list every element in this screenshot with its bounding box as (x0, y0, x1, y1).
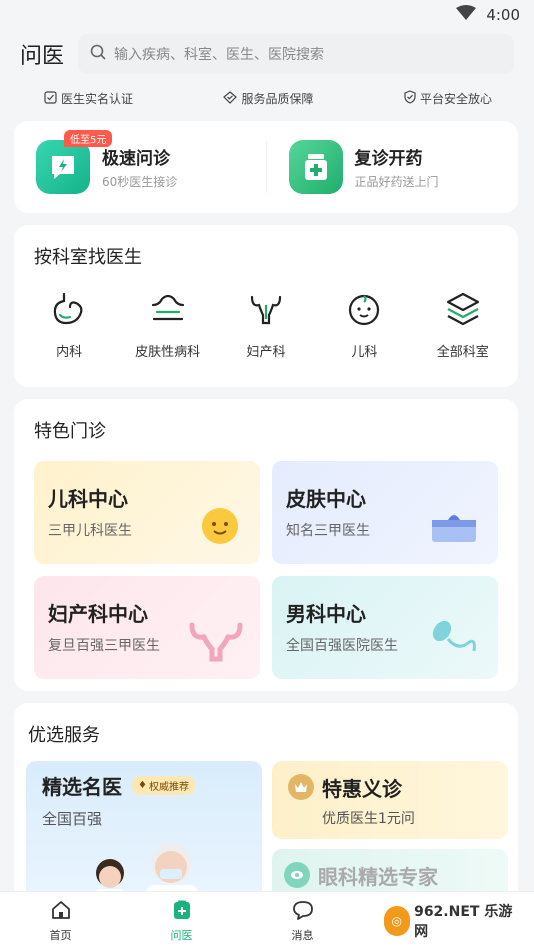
crown-icon (288, 774, 314, 800)
medicine-bottle-icon (288, 140, 343, 194)
dept-dermatology[interactable]: 皮肤性病科 (120, 291, 216, 360)
uterus-icon (186, 615, 246, 667)
fast-consult-button[interactable]: 低至5元 极速问诊 60秒医生接诊 (14, 130, 266, 194)
skin-block-icon (424, 500, 484, 552)
stomach-icon (50, 291, 88, 331)
badge-real-name: 医生实名认证 (44, 90, 133, 107)
eye-icon (284, 862, 310, 888)
search-input[interactable]: 输入疾病、科室、医生、医院搜索 (78, 34, 514, 74)
wifi-icon (456, 5, 477, 25)
medical-kit-icon (171, 899, 193, 924)
chat-lightning-icon: 低至5元 (36, 130, 113, 194)
status-bar: 4:00 (0, 0, 534, 30)
baby-face-icon (190, 500, 246, 552)
top-bar: 问医 输入疾病、科室、医生、医院搜索 (0, 30, 534, 78)
dept-internal[interactable]: 内科 (21, 291, 117, 360)
chat-bubble-icon (292, 899, 314, 924)
service-section-title: 优选服务 (28, 725, 100, 746)
quick-services: 低至5元 极速问诊 60秒医生接诊 复诊开药 正品好药送上门 (14, 121, 518, 213)
check-box-icon (44, 90, 57, 107)
baby-face-icon (345, 291, 383, 331)
feature-section: 特色门诊 儿科中心 三甲儿科医生 皮肤中心 知名三甲医生 妇产科中心 复旦百强三… (14, 399, 518, 691)
search-placeholder: 输入疾病、科室、医生、医院搜索 (114, 47, 325, 63)
discount-consult-card[interactable]: 特惠义诊 优质医生1元问 (272, 761, 508, 839)
layers-icon (444, 291, 482, 331)
tab-ask-doctor[interactable]: 问医 (142, 899, 222, 943)
bottom-tab-bar: 首页 问医 消息 ◎ 962.NET 乐游网 (0, 891, 534, 949)
watermark-logo: ◎ 962.NET 乐游网 (383, 901, 514, 941)
dept-all[interactable]: 全部科室 (415, 291, 511, 360)
tile-obstetrics[interactable]: 妇产科中心 复旦百强三甲医生 (34, 576, 260, 679)
home-icon (50, 899, 72, 924)
badge-quality: 服务品质保障 (223, 90, 314, 107)
tab-home[interactable]: 首页 (21, 899, 101, 943)
badge-safe: 平台安全放心 (404, 90, 492, 107)
diamond-icon: ♦ (138, 780, 147, 791)
dept-section: 按科室找医生 内科 皮肤性病科 妇产科 儿科 全部科室 (14, 225, 518, 387)
tile-pediatrics[interactable]: 儿科中心 三甲儿科医生 (34, 461, 260, 564)
tile-andrology[interactable]: 男科中心 全国百强医院医生 (272, 576, 498, 679)
famous-doctor-sub: 全国百强 (42, 810, 103, 828)
dept-section-title: 按科室找医生 (34, 247, 142, 268)
shield-check-icon (404, 90, 416, 107)
watermark-icon: ◎ (383, 905, 411, 936)
page-title: 问医 (20, 44, 65, 69)
famous-doctor-title: 精选名医 (42, 775, 122, 799)
refill-title: 复诊开药 (354, 149, 423, 169)
dept-obstetrics[interactable]: 妇产科 (218, 291, 314, 360)
uterus-icon (247, 291, 285, 331)
diamond-check-icon (223, 90, 238, 107)
fast-consult-title: 极速问诊 (102, 149, 170, 169)
famous-doctor-card[interactable]: 精选名医 ♦ 权威推荐 全国百强 (26, 761, 262, 901)
trust-badges: 医生实名认证 服务品质保障 平台安全放心 (0, 78, 534, 121)
tile-dermatology[interactable]: 皮肤中心 知名三甲医生 (272, 461, 498, 564)
service-section: 优选服务 精选名医 ♦ 权威推荐 全国百强 特惠义诊 优质医生1元问 眼科精选专… (14, 703, 518, 903)
tab-messages[interactable]: 消息 (263, 899, 343, 943)
feature-section-title: 特色门诊 (34, 421, 106, 442)
status-time: 4:00 (486, 6, 520, 24)
search-icon (90, 44, 106, 64)
skin-layers-icon (149, 291, 187, 331)
refill-sub: 正品好药送上门 (354, 175, 439, 189)
sperm-icon (424, 615, 484, 667)
discount-tag: 低至5元 (64, 130, 113, 147)
dept-pediatrics[interactable]: 儿科 (316, 291, 412, 360)
refill-prescription-button[interactable]: 复诊开药 正品好药送上门 (267, 140, 519, 194)
authority-badge: ♦ 权威推荐 (132, 776, 195, 795)
fast-consult-sub: 60秒医生接诊 (102, 175, 178, 189)
